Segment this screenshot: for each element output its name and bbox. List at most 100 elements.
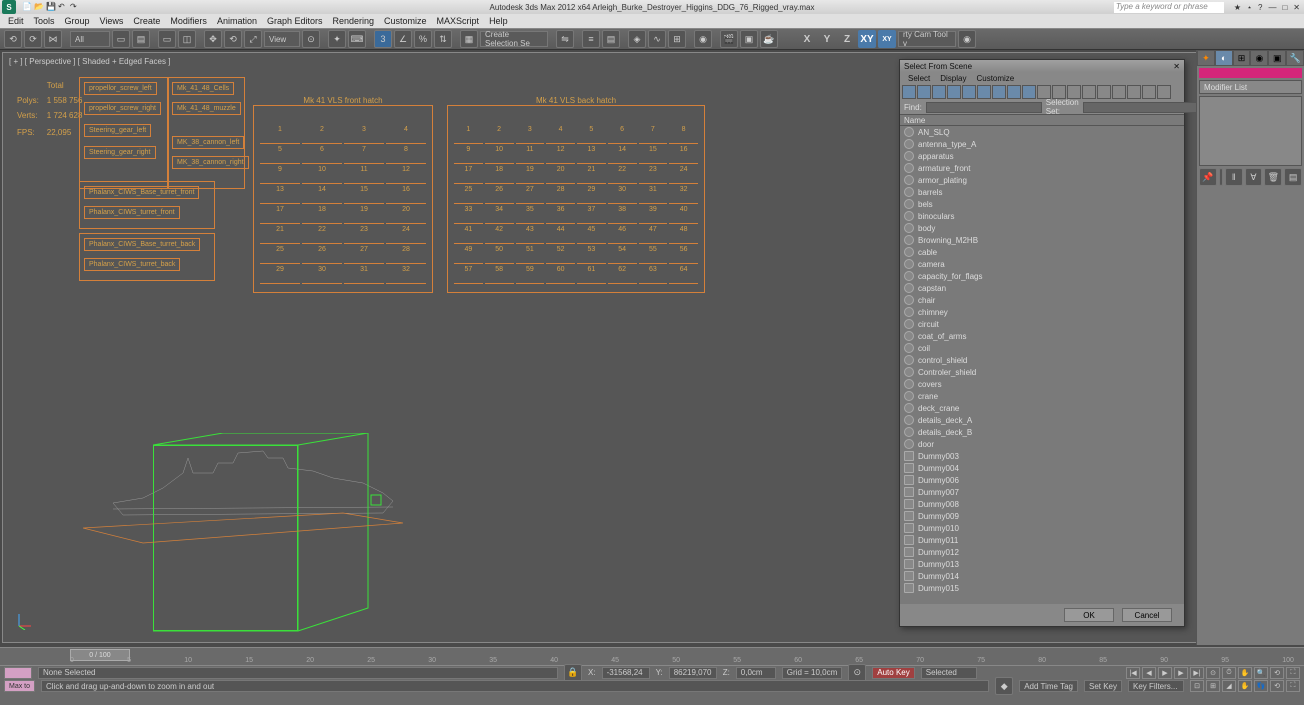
bone[interactable]: MK_38_cannon_right: [172, 156, 249, 169]
vls-cell[interactable]: 53: [581, 246, 602, 262]
configure-sets-icon[interactable]: ▤: [1284, 168, 1302, 186]
vls-cell[interactable]: 31: [348, 266, 380, 282]
vls-cell[interactable]: 21: [264, 226, 296, 242]
keyfilter-dd[interactable]: Selected: [921, 667, 977, 679]
vls-cell[interactable]: 3: [520, 126, 541, 142]
vls-cell[interactable]: 35: [520, 206, 541, 222]
tab-utilities-icon[interactable]: 🔧: [1286, 50, 1304, 66]
dialog-titlebar[interactable]: Select From Scene ✕: [900, 60, 1184, 72]
curve-editor-icon[interactable]: ∿: [648, 30, 666, 48]
vls-cell[interactable]: 28: [550, 186, 571, 202]
menu-help[interactable]: Help: [489, 16, 508, 26]
link-icon[interactable]: ⟲: [4, 30, 22, 48]
scene-item[interactable]: bels: [900, 198, 1184, 210]
nav-orbit-icon[interactable]: ⟲: [1270, 667, 1284, 679]
vls-cell[interactable]: 17: [264, 206, 296, 222]
nav-min-max-icon[interactable]: ⛶: [1286, 680, 1300, 692]
dlg-menu-display[interactable]: Display: [940, 74, 966, 83]
scene-item[interactable]: capacity_for_flags: [900, 270, 1184, 282]
bone[interactable]: Phalanx_CIWS_turret_back: [84, 258, 180, 271]
selection-lock-icon[interactable]: 🔒: [564, 664, 582, 682]
nav-fov-icon[interactable]: ◢: [1222, 680, 1236, 692]
vls-cell[interactable]: 28: [390, 246, 422, 262]
vls-cell[interactable]: 40: [673, 206, 694, 222]
scene-item[interactable]: apparatus: [900, 150, 1184, 162]
nav-pan-icon[interactable]: ✋: [1238, 667, 1252, 679]
undo-icon[interactable]: ↶: [58, 2, 68, 12]
render-setup-icon[interactable]: 🎬: [720, 30, 738, 48]
scene-item[interactable]: Browning_M2HB: [900, 234, 1184, 246]
filter-cameras-icon[interactable]: [947, 85, 961, 99]
dialog-list-header[interactable]: Name: [900, 114, 1184, 126]
vls-cell[interactable]: 38: [612, 206, 633, 222]
vls-cell[interactable]: 7: [643, 126, 664, 142]
material-editor-icon[interactable]: ◉: [694, 30, 712, 48]
keyfilters-btn[interactable]: Key Filters...: [1128, 680, 1184, 692]
vls-cell[interactable]: 23: [348, 226, 380, 242]
scene-item[interactable]: body: [900, 222, 1184, 234]
bone[interactable]: Mk_41_48_Cells: [172, 82, 234, 95]
viewport-perspective[interactable]: [ + ] [ Perspective ] [ Shaded + Edged F…: [2, 52, 1302, 643]
dlg-menu-select[interactable]: Select: [908, 74, 930, 83]
timeline[interactable]: 0 / 100 05101520253035404550556065707580…: [0, 647, 1304, 665]
dlg-menu-customize[interactable]: Customize: [976, 74, 1014, 83]
ref-coord-dd[interactable]: View: [264, 31, 300, 47]
scene-item[interactable]: control_shield: [900, 354, 1184, 366]
filter-lights-icon[interactable]: [932, 85, 946, 99]
axis-x-btn[interactable]: X: [798, 30, 816, 48]
prev-frame-icon[interactable]: ◀: [1142, 667, 1156, 679]
vls-cell[interactable]: 26: [306, 246, 338, 262]
menu-customize[interactable]: Customize: [384, 16, 427, 26]
vls-cell[interactable]: 15: [643, 146, 664, 162]
vls-cell[interactable]: 50: [489, 246, 510, 262]
favorites-icon[interactable]: ★: [1234, 3, 1241, 12]
bone[interactable]: MK_38_cannon_left: [172, 136, 244, 149]
rect-region-icon[interactable]: ▭: [158, 30, 176, 48]
scale-icon[interactable]: ⤢: [244, 30, 262, 48]
axis-xyz-btn[interactable]: XY: [878, 30, 896, 48]
vls-cell[interactable]: 64: [673, 266, 694, 282]
named-sel-dd[interactable]: Create Selection Se: [480, 31, 548, 47]
display-all-icon[interactable]: [1052, 85, 1066, 99]
selset-input[interactable]: [1083, 102, 1199, 113]
vls-cell[interactable]: 62: [612, 266, 633, 282]
vls-cell[interactable]: 10: [306, 166, 338, 182]
vls-cell[interactable]: 27: [348, 246, 380, 262]
render-icon[interactable]: ☕: [760, 30, 778, 48]
x-value[interactable]: -31568,24: [602, 667, 650, 679]
scene-item[interactable]: Controler_shield: [900, 366, 1184, 378]
menu-views[interactable]: Views: [100, 16, 124, 26]
scene-item[interactable]: barrels: [900, 186, 1184, 198]
filter-helpers-icon[interactable]: [962, 85, 976, 99]
spinner-snap-icon[interactable]: ⇅: [434, 30, 452, 48]
vls-cell[interactable]: 13: [264, 186, 296, 202]
add-time-tag[interactable]: Add Time Tag: [1019, 680, 1078, 692]
scene-item[interactable]: Dummy006: [900, 474, 1184, 486]
scene-item[interactable]: circuit: [900, 318, 1184, 330]
vls-cell[interactable]: 11: [520, 146, 541, 162]
vls-cell[interactable]: 51: [520, 246, 541, 262]
setkey-btn[interactable]: Set Key: [1084, 680, 1122, 692]
vls-cell[interactable]: 57: [458, 266, 479, 282]
vls-cell[interactable]: 32: [673, 186, 694, 202]
display-influences-icon[interactable]: [1112, 85, 1126, 99]
nav-orbit2-icon[interactable]: ⟲: [1270, 680, 1284, 692]
filter-geometry-icon[interactable]: [902, 85, 916, 99]
vls-cell[interactable]: 43: [520, 226, 541, 242]
vls-cell[interactable]: 29: [264, 266, 296, 282]
vls-cell[interactable]: 31: [643, 186, 664, 202]
maxscript-mini-btn[interactable]: [4, 667, 32, 679]
new-icon[interactable]: 📄: [22, 2, 32, 12]
vls-cell[interactable]: 56: [673, 246, 694, 262]
scene-item[interactable]: chair: [900, 294, 1184, 306]
scene-item[interactable]: covers: [900, 378, 1184, 390]
nav-zoom-icon[interactable]: 🔍: [1254, 667, 1268, 679]
nav-zoom-ext-icon[interactable]: ⊡: [1190, 680, 1204, 692]
graphite-icon[interactable]: ◈: [628, 30, 646, 48]
vls-cell[interactable]: 25: [264, 246, 296, 262]
maxscript-label[interactable]: Max to: [4, 680, 35, 692]
vls-cell[interactable]: 33: [458, 206, 479, 222]
scene-item[interactable]: camera: [900, 258, 1184, 270]
scene-item[interactable]: armor_plating: [900, 174, 1184, 186]
vls-cell[interactable]: 8: [673, 126, 694, 142]
